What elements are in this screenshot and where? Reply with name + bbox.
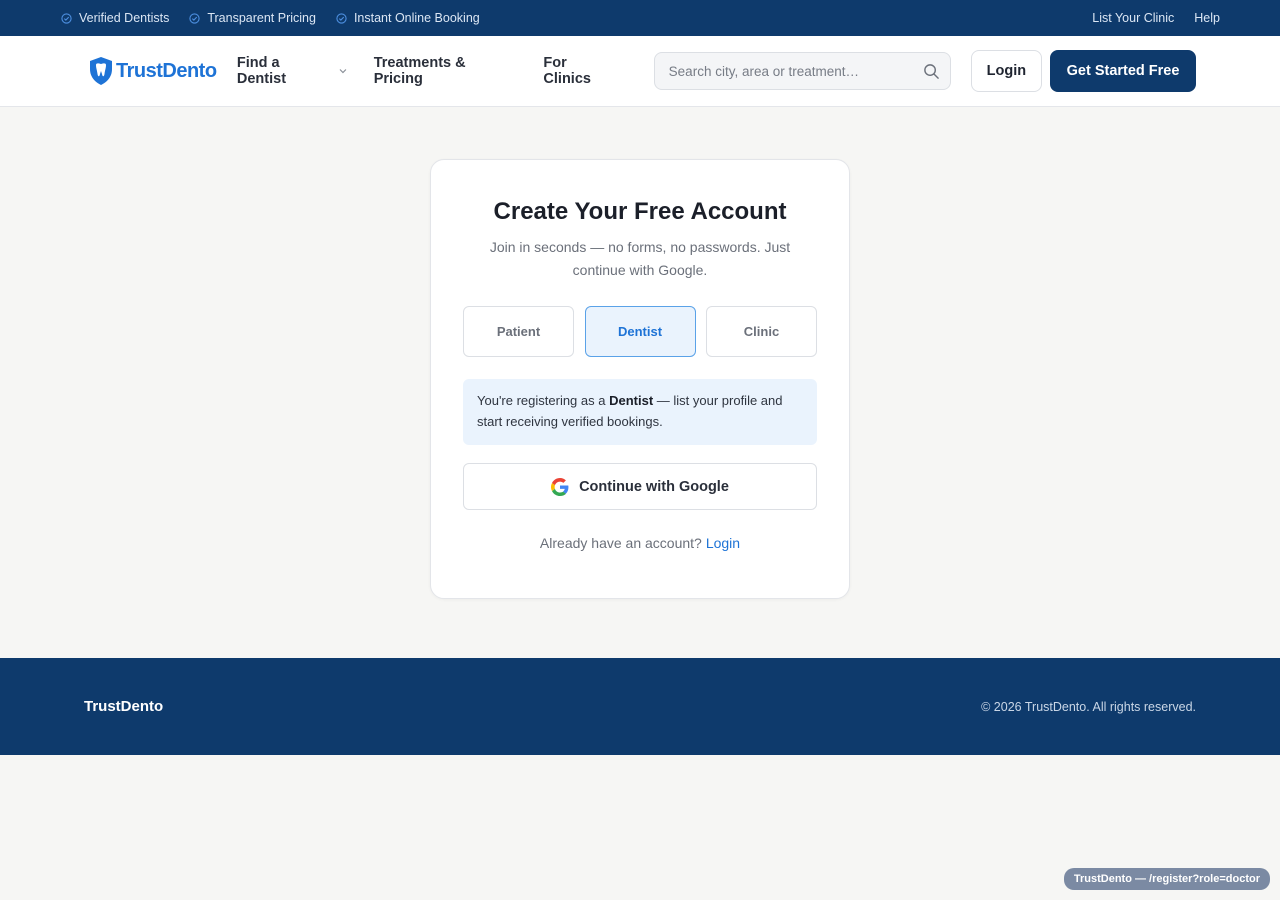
role-info-box: You're registering as a Dentist — list y… bbox=[463, 379, 817, 445]
info-prefix: You're registering as a bbox=[477, 393, 610, 408]
page-title: Create Your Free Account bbox=[493, 198, 787, 225]
nav-find-dentist[interactable]: Find a Dentist bbox=[237, 55, 348, 87]
logo[interactable]: TrustDento bbox=[88, 56, 237, 86]
page-subtitle: Join in seconds — no forms, no passwords… bbox=[489, 239, 791, 278]
login-button[interactable]: Login bbox=[970, 50, 1043, 92]
chevron-down-icon bbox=[339, 69, 347, 74]
register-card: Create Your Free Account Join in seconds… bbox=[430, 159, 850, 599]
trust-items: Verified Dentists Transparent Pricing In… bbox=[61, 11, 500, 25]
main-nav: Find a Dentist Treatments & Pricing For … bbox=[237, 55, 644, 87]
trust-item-verified: Verified Dentists bbox=[61, 11, 169, 25]
nav-label: Treatments & Pricing bbox=[373, 55, 466, 87]
signin-login-link[interactable]: Login bbox=[706, 535, 740, 551]
nav-treatments-pricing[interactable]: Treatments & Pricing bbox=[374, 55, 518, 87]
logo-text: TrustDento bbox=[116, 59, 217, 82]
nav-label: For Clinics bbox=[543, 55, 591, 87]
continue-with-google-button[interactable]: Continue with Google bbox=[463, 463, 817, 510]
role-patient-button[interactable]: Patient bbox=[463, 306, 574, 357]
signin-prompt: Already have an account? bbox=[539, 535, 702, 551]
main-content: Create Your Free Account Join in seconds… bbox=[0, 107, 1280, 658]
google-button-label: Continue with Google bbox=[579, 478, 729, 495]
role-clinic-button[interactable]: Clinic bbox=[706, 306, 817, 357]
footer-brand: TrustDento bbox=[84, 698, 164, 715]
nav-label: Find a Dentist bbox=[236, 55, 287, 87]
trust-item-pricing: Transparent Pricing bbox=[189, 11, 316, 25]
search-box bbox=[653, 52, 951, 90]
search-icon[interactable] bbox=[923, 63, 940, 80]
trust-item-label: Transparent Pricing bbox=[207, 11, 316, 25]
trust-item-label: Verified Dentists bbox=[79, 11, 170, 25]
footer-copyright: © 2026 TrustDento. All rights reserved. bbox=[981, 699, 1196, 714]
trust-bar: Verified Dentists Transparent Pricing In… bbox=[0, 0, 1280, 36]
search-input[interactable] bbox=[668, 63, 923, 79]
tooth-shield-icon bbox=[90, 57, 112, 85]
check-circle-icon bbox=[336, 12, 347, 24]
get-started-button[interactable]: Get Started Free bbox=[1050, 50, 1196, 92]
site-footer: TrustDento © 2026 TrustDento. All rights… bbox=[0, 658, 1280, 755]
nav-for-clinics[interactable]: For Clinics bbox=[543, 55, 617, 87]
trust-item-label: Instant Online Booking bbox=[353, 11, 480, 25]
trust-item-booking: Instant Online Booking bbox=[336, 11, 480, 25]
role-dentist-button[interactable]: Dentist bbox=[584, 306, 696, 357]
check-circle-icon bbox=[61, 12, 72, 24]
check-circle-icon bbox=[189, 12, 200, 24]
route-badge: TrustDento — /register?role=doctor bbox=[1063, 868, 1270, 890]
site-header: TrustDento Find a Dentist Treatments & P… bbox=[0, 36, 1280, 107]
role-selector: Patient Dentist Clinic bbox=[463, 306, 817, 357]
list-clinic-link[interactable]: List Your Clinic bbox=[1092, 11, 1174, 25]
topbar-links: List Your Clinic Help bbox=[1072, 11, 1220, 25]
signin-row: Already have an account? Login bbox=[463, 535, 817, 551]
google-icon bbox=[551, 477, 569, 496]
help-link[interactable]: Help bbox=[1194, 11, 1220, 25]
info-role: Dentist bbox=[609, 393, 654, 408]
